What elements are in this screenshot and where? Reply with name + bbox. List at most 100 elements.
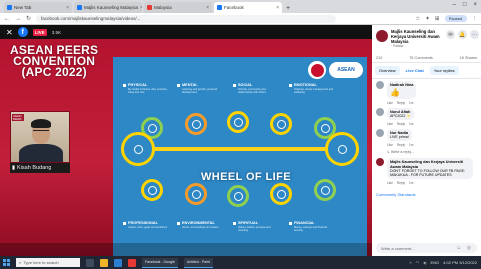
share-count[interactable]: 18 Shares [460, 56, 477, 60]
speaker-shirt [19, 144, 63, 162]
screen: New Tab × Majlis Kaunseling Malaysia × Mal… [0, 0, 481, 269]
wifi-icon[interactable]: ◠ [416, 260, 420, 265]
page-avatar[interactable] [376, 30, 388, 42]
wheel-item-text: Money, savings and financial security [294, 226, 328, 233]
presentation-slide: ASEAN PHYSICAL My health & fitness, diet… [113, 57, 367, 256]
wheel-item-title: PROFESSIONAL [128, 221, 158, 225]
tab-live-chat[interactable]: Live Chat [401, 66, 428, 76]
like-link[interactable]: Like [387, 143, 393, 147]
comment-author[interactable]: Majlis Kaunseling dan Kerjaya Universiti… [390, 160, 470, 168]
wheel-ring-environmental [185, 183, 207, 205]
browser-tab[interactable]: Malaysia × [144, 2, 212, 13]
close-video-icon[interactable]: ✕ [6, 28, 13, 37]
heart-icon [276, 119, 286, 129]
star-icon[interactable]: ☆ [415, 16, 420, 22]
comment-time: 1m [409, 181, 414, 186]
comment-time: 1m [409, 100, 414, 105]
reply-link[interactable]: Reply [397, 143, 405, 147]
browser-tab-active[interactable]: Facebook × [214, 2, 282, 13]
task-view-icon[interactable] [86, 258, 94, 267]
close-tab-icon[interactable]: × [206, 5, 209, 11]
reply-link[interactable]: Reply [397, 181, 405, 185]
money-icon [276, 189, 286, 199]
tab-overview[interactable]: Overview [375, 66, 400, 76]
bullet-icon [177, 84, 180, 87]
volume-icon[interactable]: ◂) [423, 260, 426, 265]
comment-text: DON'T FORGET TO FOLLOW OUR FB PAGE: MAKU… [390, 168, 466, 178]
emoji-icon[interactable]: ☺ ◎ [456, 245, 473, 251]
puzzle-icon[interactable]: ⊞ [435, 16, 440, 22]
taskbar-app-paint[interactable]: Untitled - Paint [183, 257, 213, 268]
close-tab-icon[interactable]: × [66, 5, 69, 11]
reload-icon[interactable]: ↻ [26, 15, 31, 22]
write-comment-input[interactable]: Write a comment... ☺ ◎ [376, 243, 477, 253]
page-header: Majlis Kaunseling dan Kerjaya Universiti… [372, 25, 481, 50]
tab-your-replies[interactable]: Your replies [429, 66, 459, 76]
language-indicator[interactable]: ENG [431, 260, 440, 265]
avatar[interactable] [376, 129, 384, 137]
avatar[interactable] [376, 81, 384, 90]
url-field[interactable]: facebook.com/majliskaunselingmalaysia/vi… [36, 14, 337, 23]
chrome-icon[interactable] [128, 258, 136, 267]
reply-link[interactable]: Reply [397, 101, 405, 105]
avatar[interactable] [376, 107, 384, 116]
bell-icon[interactable]: 🔔 [458, 30, 467, 39]
event-title-line: (APC 2022) [21, 65, 87, 79]
site-favicon-icon [147, 5, 152, 10]
reply-link[interactable]: Reply [397, 122, 405, 126]
write-reply-link[interactable]: ↳ Write a reply... [387, 150, 477, 154]
forward-icon[interactable]: → [15, 16, 21, 22]
like-link[interactable]: Like [387, 181, 393, 185]
minimize-icon[interactable]: – [453, 2, 456, 8]
extension-icon[interactable]: ✦ [425, 16, 430, 22]
maximize-icon[interactable]: □ [463, 2, 467, 8]
edge-icon[interactable] [114, 258, 122, 267]
facebook-favicon-icon [77, 5, 82, 10]
system-tray: ˄ ◠ ◂) ENG 4:02 PM 3/12/2022 [409, 260, 481, 265]
leaf-icon [191, 189, 201, 199]
speaker-name: Kisah Budang [17, 165, 52, 171]
taskbar-search-box[interactable]: ⌕ Type here to search [16, 258, 80, 267]
clock[interactable]: 4:02 PM 3/12/2022 [443, 260, 477, 265]
more-icon[interactable]: ⋯ [470, 30, 479, 39]
close-tab-icon[interactable]: × [276, 5, 279, 11]
profile-button[interactable]: Paused [444, 15, 467, 22]
taskbar-app-chrome[interactable]: Facebook - Google [142, 257, 178, 268]
browser-tab[interactable]: Majlis Kaunseling Malaysia × [74, 2, 142, 13]
browser-tab[interactable]: New Tab × [4, 2, 72, 13]
community-standards-link[interactable]: Community Standards [372, 190, 481, 199]
facebook-logo-icon[interactable]: f [17, 27, 28, 37]
speaker-name-bar: ▮ Kisah Budang [10, 163, 70, 173]
url-text: facebook.com/majliskaunselingmalaysia/vi… [41, 16, 141, 21]
page-name[interactable]: Majlis Kaunseling dan Kerjaya Universiti… [391, 29, 443, 44]
comment-bubble: Nur Nadia LIVE prima! [387, 129, 412, 142]
wheel-ring-emotional [270, 113, 292, 135]
close-window-icon[interactable]: × [473, 2, 477, 8]
search-placeholder: Type here to search [23, 260, 59, 265]
wheel-item-text: Home, surroundings and nature [182, 226, 219, 229]
comment-actions: Like Reply 1m [387, 143, 477, 147]
close-tab-icon[interactable]: × [140, 5, 142, 11]
wheel-ring-professional [141, 179, 163, 201]
like-link[interactable]: Like [387, 101, 393, 105]
circle-icon [337, 144, 347, 154]
live-video-player[interactable]: ✕ f LIVE 3.5K ASEAN PEERS CONVENTION (AP… [0, 25, 372, 256]
reaction-count[interactable]: 210 [376, 56, 382, 60]
like-link[interactable]: Like [387, 122, 393, 126]
back-icon[interactable]: ← [4, 16, 10, 22]
messenger-icon[interactable]: ✉ [446, 30, 455, 39]
avatar[interactable] [376, 158, 384, 167]
comment-count[interactable]: 75 Comments [409, 56, 433, 60]
comment-item: Nurul Afiah APC2022 ✨ [376, 107, 477, 120]
file-explorer-icon[interactable] [100, 258, 108, 267]
slide-logos: ASEAN [308, 61, 363, 79]
wheel-ring-left [121, 132, 155, 166]
new-tab-button[interactable]: + [286, 5, 290, 12]
windows-start-icon[interactable] [3, 259, 10, 266]
video-controls-bar[interactable] [0, 243, 372, 256]
follow-link[interactable]: · Follow [391, 44, 443, 48]
speaker-glasses [33, 130, 49, 133]
chevron-up-icon[interactable]: ˄ [409, 260, 411, 265]
comment-actions: Like Reply 1m [387, 101, 477, 105]
menu-icon[interactable]: ⋮ [472, 16, 478, 22]
